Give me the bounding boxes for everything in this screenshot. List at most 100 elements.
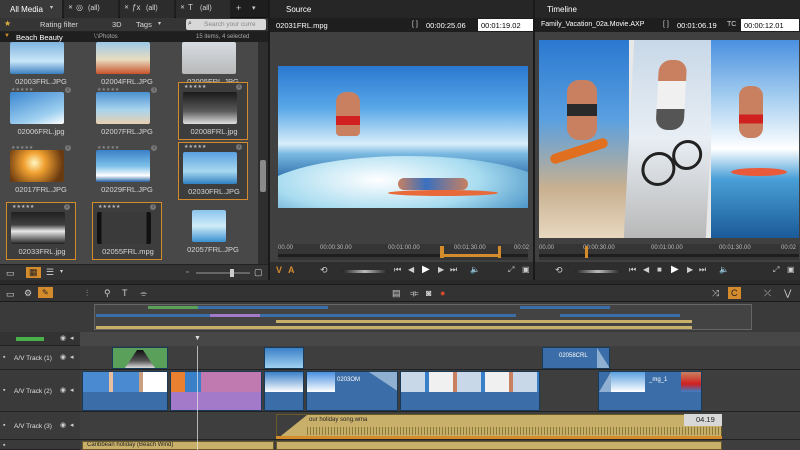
mark-out-handle[interactable] bbox=[498, 246, 501, 258]
library-item[interactable]: 02057FRL.JPG bbox=[178, 204, 248, 264]
timeline-navigator[interactable] bbox=[0, 302, 800, 332]
chevron-down-icon[interactable]: ▾ bbox=[158, 21, 161, 27]
lock-icon[interactable]: ▪ bbox=[3, 422, 5, 429]
source-timecode[interactable]: 00:01:19.02 bbox=[481, 21, 521, 30]
scrubber-handle[interactable] bbox=[440, 246, 444, 258]
slider-handle[interactable] bbox=[230, 269, 234, 277]
timeline-video-frame[interactable] bbox=[539, 40, 799, 238]
storyboard-icon[interactable]: ▭ bbox=[6, 289, 15, 300]
camera-icon[interactable]: ◙ bbox=[426, 288, 431, 298]
rating-filter-label[interactable]: Rating filter bbox=[40, 20, 78, 29]
close-icon[interactable]: ✕ bbox=[180, 5, 185, 11]
video-clip-purple[interactable] bbox=[170, 371, 262, 411]
volume-icon[interactable]: 🔈 bbox=[719, 265, 729, 274]
play-icon[interactable]: ▶ bbox=[671, 264, 679, 275]
master-volume-meter[interactable] bbox=[16, 337, 56, 341]
step-back-icon[interactable]: ◀ bbox=[408, 265, 414, 274]
track-name[interactable]: A/V Track (3) bbox=[14, 423, 52, 430]
track-lane-2[interactable]: 0203OM _mg_1 bbox=[80, 370, 800, 412]
track-header-4[interactable]: ▪ bbox=[0, 440, 80, 450]
marker-icon[interactable]: ● bbox=[440, 288, 445, 298]
zoom-icon[interactable]: ⤫ bbox=[764, 288, 771, 299]
thumbnail-size-slider[interactable] bbox=[196, 269, 250, 277]
info-icon[interactable]: i bbox=[64, 204, 70, 210]
snapshot-icon[interactable]: ▣ bbox=[522, 265, 530, 274]
close-icon[interactable]: ✕ bbox=[124, 5, 129, 11]
info-icon[interactable]: i bbox=[151, 145, 157, 151]
library-item-selected[interactable]: ★★★★★ i 02033FRL.jpg bbox=[6, 202, 76, 260]
small-thumb-icon[interactable]: ▫ bbox=[186, 269, 188, 276]
video-toggle-icon[interactable]: V bbox=[276, 265, 282, 275]
info-icon[interactable]: i bbox=[236, 84, 242, 90]
speaker-icon[interactable]: ◂ bbox=[70, 335, 74, 342]
eye-icon[interactable]: ◉ bbox=[60, 335, 66, 342]
rating-stars[interactable]: ★★★★★ bbox=[184, 144, 206, 150]
library-item-selected[interactable]: ★★★★★ i 02030FRL.JPG bbox=[178, 142, 248, 200]
video-clip[interactable] bbox=[264, 347, 304, 369]
fullscreen-icon[interactable]: ⤢ bbox=[773, 265, 779, 275]
playhead-line[interactable] bbox=[197, 346, 198, 450]
source-video-frame[interactable] bbox=[278, 66, 528, 208]
video-clip[interactable]: 02058CRL bbox=[542, 347, 610, 369]
track-lane-3[interactable]: our holiday song.wma 04.19 bbox=[80, 412, 800, 440]
large-thumb-icon[interactable]: ▢ bbox=[254, 268, 263, 277]
library-scrollbar[interactable] bbox=[258, 42, 268, 264]
magnet-icon[interactable]: ⤨ bbox=[712, 288, 719, 299]
eye-icon[interactable]: ◉ bbox=[60, 387, 66, 394]
timeline-timecode-box[interactable]: 00:00:12.01 bbox=[741, 19, 799, 31]
step-forward-icon[interactable]: ▶ bbox=[687, 265, 693, 274]
close-icon[interactable]: ✕ bbox=[68, 5, 73, 11]
play-icon[interactable]: ▶ bbox=[422, 264, 430, 275]
info-icon[interactable]: i bbox=[236, 144, 242, 150]
track-lane-1[interactable]: 02058CRL bbox=[80, 346, 800, 370]
transition-clip[interactable] bbox=[112, 347, 168, 369]
selection-range[interactable] bbox=[442, 254, 500, 257]
library-item[interactable]: ★★★★★ i 02017FRL.JPG bbox=[6, 144, 76, 206]
step-back-icon[interactable]: ◀ bbox=[643, 265, 649, 274]
track-lane-4[interactable]: Caribbean holiday (Beach Wind) bbox=[80, 440, 800, 450]
shuttle-slider[interactable] bbox=[342, 270, 388, 273]
video-clip[interactable] bbox=[400, 371, 540, 411]
lock-icon[interactable]: ▪ bbox=[3, 387, 5, 394]
3d-filter-label[interactable]: 3D bbox=[112, 20, 122, 29]
rating-stars[interactable]: ★★★★★ bbox=[12, 204, 34, 210]
track-name[interactable]: A/V Track (2) bbox=[14, 388, 52, 395]
tab-video[interactable]: ✕ ◎ (all) bbox=[64, 0, 118, 18]
split-icon[interactable]: ⟚ bbox=[410, 288, 419, 299]
snap-icon[interactable]: C bbox=[728, 287, 741, 299]
delete-icon[interactable]: ▤ bbox=[392, 288, 401, 299]
speaker-icon[interactable]: ◂ bbox=[70, 354, 74, 361]
audio-mixer-icon[interactable]: ⫶ bbox=[86, 288, 88, 299]
info-icon[interactable]: i bbox=[150, 204, 156, 210]
info-icon[interactable]: i bbox=[151, 87, 157, 93]
volume-icon[interactable]: 🔈 bbox=[470, 265, 480, 274]
eye-icon[interactable]: ◉ bbox=[60, 422, 66, 429]
view-options-icon[interactable]: ▾ bbox=[60, 269, 63, 275]
library-item-selected[interactable]: ★★★★★ i 02055FRL.mpg bbox=[92, 202, 162, 260]
go-start-icon[interactable]: ⏮ bbox=[394, 265, 401, 275]
title-icon[interactable]: T bbox=[122, 288, 128, 298]
eye-icon[interactable]: ◉ bbox=[60, 354, 66, 361]
trim-icon[interactable]: ⌯ bbox=[140, 288, 147, 299]
loop-icon[interactable]: ⟲ bbox=[555, 265, 563, 276]
go-end-icon[interactable]: ⏭ bbox=[450, 265, 457, 275]
tab-dropdown-icon[interactable]: ▾ bbox=[252, 5, 256, 12]
snapshot-icon[interactable]: ▣ bbox=[787, 265, 795, 274]
search-box[interactable]: ⌕ Search your curre bbox=[186, 19, 266, 30]
audio-clip[interactable] bbox=[276, 441, 722, 450]
tab-title[interactable]: ✕ T (all) bbox=[176, 0, 230, 18]
go-end-icon[interactable]: ⏭ bbox=[699, 265, 706, 275]
library-item-selected[interactable]: ★★★★★ i 02008FRL.jpg bbox=[178, 82, 248, 140]
timeline-tab[interactable]: Timeline bbox=[535, 0, 800, 18]
rating-stars[interactable]: ★★★★★ bbox=[98, 204, 120, 210]
info-icon[interactable]: i bbox=[65, 87, 71, 93]
add-tab-icon[interactable]: + bbox=[236, 4, 241, 13]
razor-icon[interactable]: ⚲ bbox=[104, 288, 111, 299]
speaker-icon[interactable]: ◂ bbox=[70, 387, 74, 394]
stop-icon[interactable]: ■ bbox=[657, 265, 662, 274]
video-clip[interactable]: 0203OM bbox=[306, 371, 398, 411]
library-item[interactable]: ★★★★★ i 02007FRL.JPG bbox=[92, 86, 162, 148]
scrubber-handle[interactable] bbox=[585, 246, 588, 258]
search-input[interactable]: Search your curre bbox=[204, 21, 256, 28]
library-item[interactable]: ★★★★★ i 02006FRL.jpg bbox=[6, 86, 76, 148]
